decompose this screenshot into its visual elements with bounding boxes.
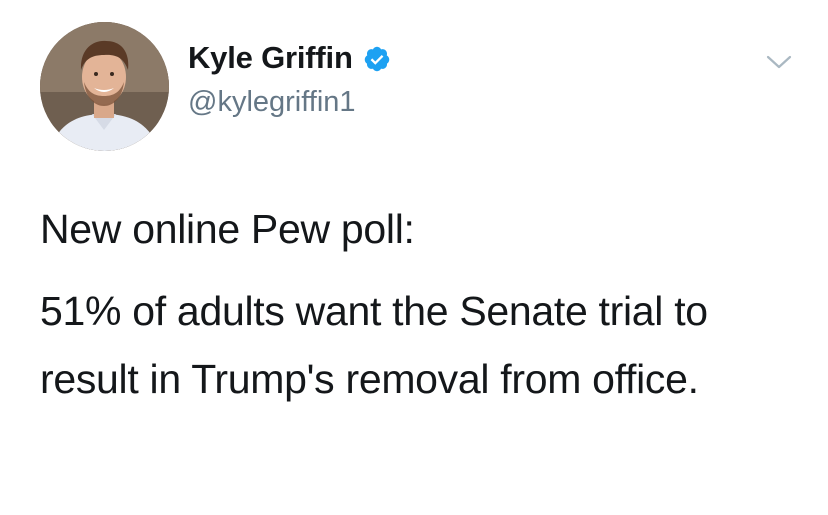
tweet-text: New online Pew poll: 51% of adults want … (40, 195, 810, 413)
tweet-paragraph: 51% of adults want the Senate trial to r… (40, 288, 708, 402)
tweet-paragraph: New online Pew poll: (40, 206, 415, 252)
avatar-image (40, 22, 169, 151)
author-handle[interactable]: @kylegriffin1 (188, 86, 356, 119)
author-name-row: Kyle Griffin (188, 40, 391, 76)
avatar[interactable] (40, 22, 169, 151)
tweet-card: Kyle Griffin @kylegriffin1 New online Pe… (0, 0, 828, 515)
chevron-down-icon[interactable] (764, 52, 794, 72)
author-display-name[interactable]: Kyle Griffin (188, 40, 353, 76)
verified-badge-icon (363, 45, 391, 73)
